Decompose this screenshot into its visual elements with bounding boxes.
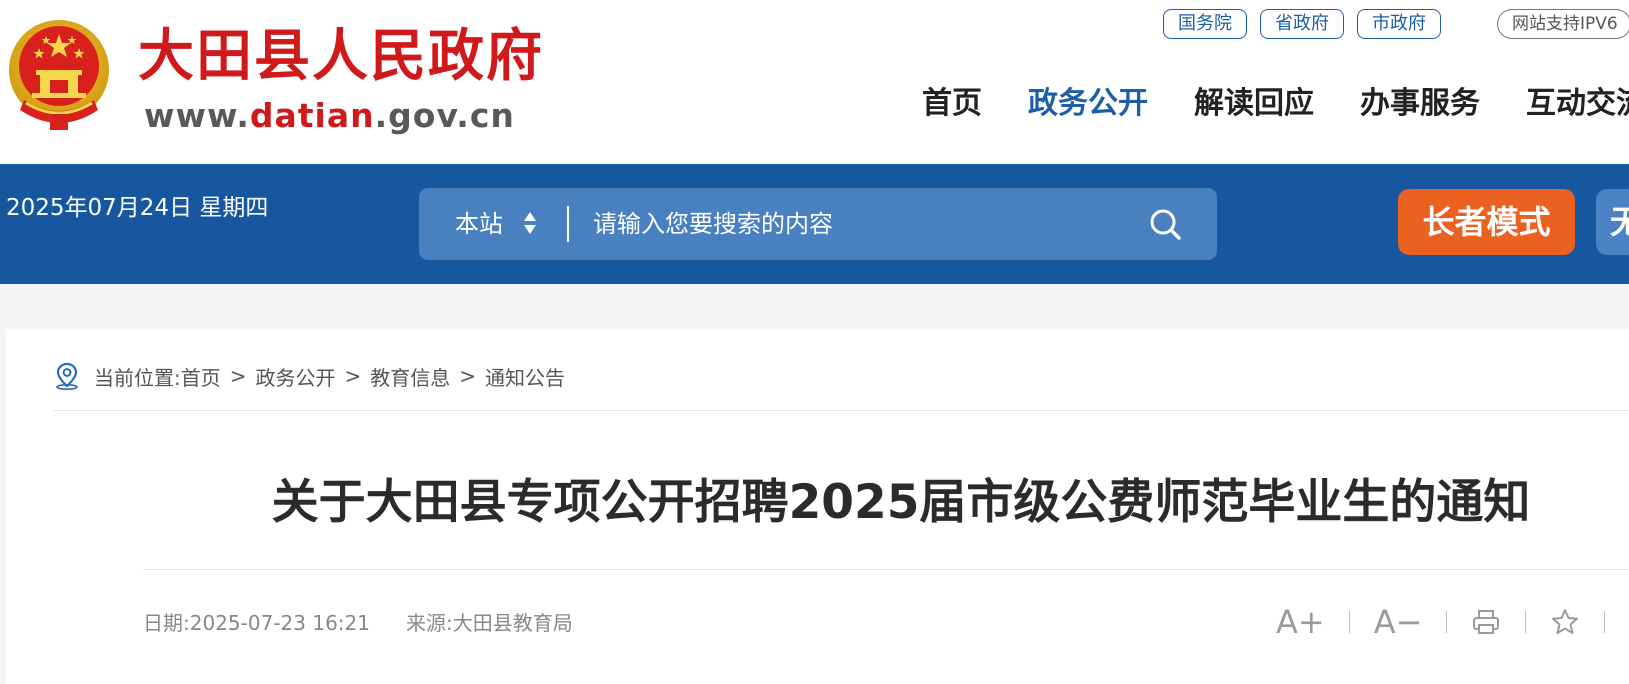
nav-item-government-affairs[interactable]: 政务公开 [1028,82,1148,126]
gov-link-state-council[interactable]: 国务院 [1163,9,1247,39]
breadcrumb-government-affairs[interactable]: 政务公开 [256,362,336,391]
elder-mode-button[interactable]: 长者模式 [1398,189,1575,255]
site-url: www.datian.gov.cn [144,94,515,138]
star-icon[interactable] [1550,607,1580,637]
breadcrumb: 当前位置: 首页 > 政务公开 > 教育信息 > 通知公告 [54,361,565,391]
publish-date-value: 2025-07-23 16:21 [189,611,370,635]
site-url-prefix: www. [144,96,250,135]
publish-date: 日期: 2025-07-23 16:21 [143,608,370,638]
tool-separator [1446,611,1448,633]
sort-arrows-icon [523,212,536,234]
current-date: 2025年07月24日 星期四 [6,195,269,221]
font-decrease-button[interactable]: A− [1374,603,1423,641]
breadcrumb-separator: > [459,364,477,388]
search-scope-label: 本站 [455,210,503,238]
national-emblem-icon [9,20,109,130]
ipv6-badge: 网站支持IPV6 [1497,9,1629,39]
article-source: 来源: 大田县教育局 [406,608,573,638]
search-divider [567,206,569,242]
source-label: 来源: [405,611,453,635]
search-box: 本站 [419,188,1217,260]
breadcrumb-separator: > [229,364,247,388]
nav-item-interpretation[interactable]: 解读回应 [1194,82,1314,126]
article-meta: 日期: 2025-07-23 16:21 来源: 大田县教育局 [143,608,573,638]
article-card: 当前位置: 首页 > 政务公开 > 教育信息 > 通知公告 关于大田县专项公开招… [6,329,1629,684]
article-tools: A+ A− [1276,603,1629,641]
gov-link-city[interactable]: 市政府 [1357,9,1441,39]
site-url-suffix: .gov.cn [374,96,515,135]
breadcrumb-education-info[interactable]: 教育信息 [370,362,450,391]
source-value: 大田县教育局 [452,611,573,635]
accessibility-button[interactable]: 无 [1596,189,1629,255]
print-icon[interactable] [1471,607,1501,637]
tool-separator [1525,611,1527,633]
location-pin-icon [56,362,78,390]
nav-item-interaction[interactable]: 互动交流 [1526,82,1629,126]
gov-links: 国务院 省政府 市政府 [1163,9,1441,39]
search-icon[interactable] [1147,206,1183,242]
breadcrumb-home[interactable]: 首页 [181,362,221,391]
breadcrumb-separator: > [344,364,362,388]
site-name: 大田县人民政府 [138,23,544,89]
search-bar-strip: 2025年07月24日 星期四 本站 长者模式 无 [0,164,1629,284]
main-nav: 首页 政务公开 解读回应 办事服务 互动交流 [922,82,1629,126]
site-header: 大田县人民政府 www.datian.gov.cn 国务院 省政府 市政府 网站… [0,0,1629,164]
breadcrumb-label: 当前位置: [94,365,181,390]
article-title: 关于大田县专项公开招聘2025届市级公费师范毕业生的通知 [271,475,1531,530]
publish-date-label: 日期: [143,611,190,635]
gov-link-province[interactable]: 省政府 [1260,9,1344,39]
nav-item-services[interactable]: 办事服务 [1360,82,1480,126]
site-url-highlight: datian [249,96,375,135]
font-increase-button[interactable]: A+ [1276,603,1325,641]
breadcrumb-notices[interactable]: 通知公告 [485,362,565,391]
title-divider [143,569,1629,570]
search-input[interactable] [593,202,1133,246]
tool-separator [1604,611,1606,633]
breadcrumb-divider [54,410,1629,411]
tool-separator [1348,611,1350,633]
search-scope-select[interactable]: 本站 [455,188,537,260]
nav-item-home[interactable]: 首页 [922,82,982,126]
